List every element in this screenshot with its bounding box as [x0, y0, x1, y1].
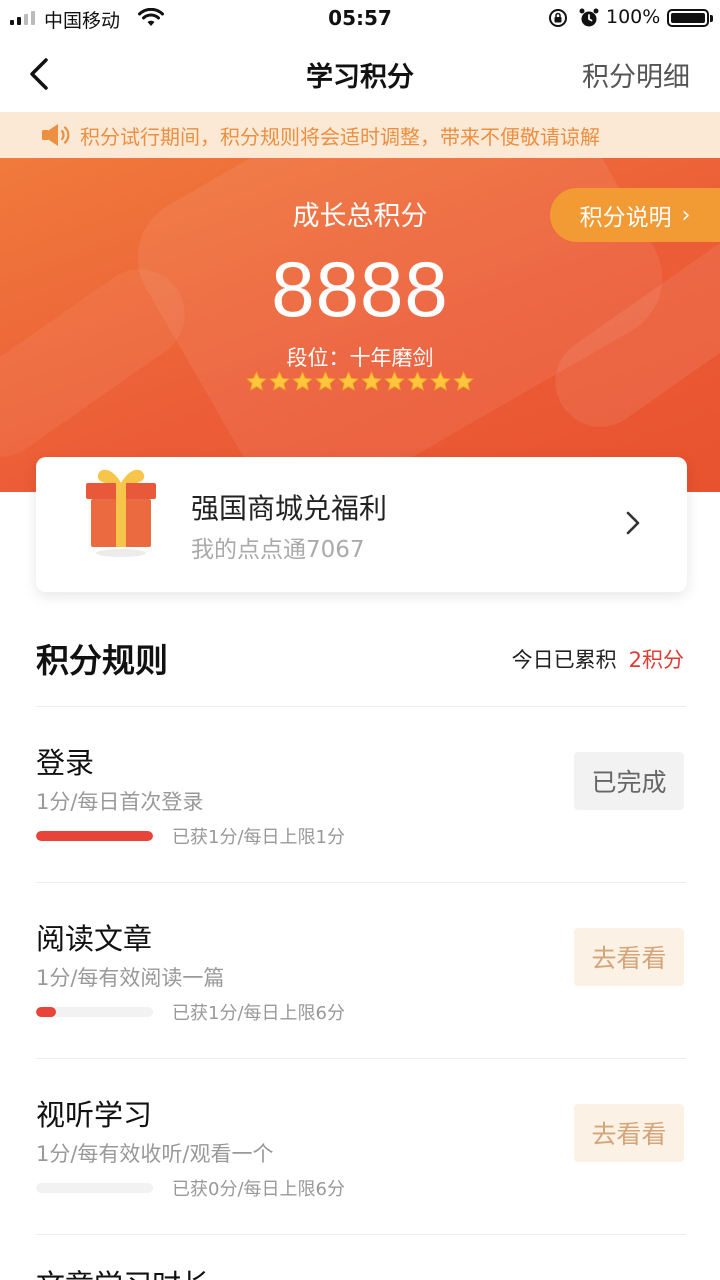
nav-bar: 学习积分 积分明细: [0, 36, 720, 112]
gift-box-icon: [86, 469, 156, 547]
rule-description: 1分/每日首次登录: [36, 790, 204, 814]
star-icon: [429, 370, 452, 391]
star-icon: [452, 370, 475, 391]
star-icon: [314, 370, 337, 391]
speaker-icon: [42, 124, 70, 146]
star-icon: [291, 370, 314, 391]
points-explain-button[interactable]: 积分说明 ›: [550, 188, 720, 242]
divider: [36, 882, 686, 883]
rule-name-partial: 文章学习时长: [36, 1262, 210, 1280]
rule-name: 登录: [36, 746, 95, 780]
rule-progress-text: 已获1分/每日上限6分: [172, 1003, 345, 1024]
rule-description: 1分/每有效收听/观看一个: [36, 1142, 274, 1166]
total-points-value: 8888: [271, 245, 449, 333]
rule-progress-text: 已获0分/每日上限6分: [172, 1179, 345, 1200]
status-bar: 中国移动 05:57 100%: [0, 0, 720, 36]
rule-description: 1分/每有效阅读一篇: [36, 966, 225, 990]
star-icon: [360, 370, 383, 391]
rule-completed-button[interactable]: 已完成: [574, 752, 684, 810]
rule-item-login: 登录 1分/每日首次登录 已获1分/每日上限1分 已完成: [0, 740, 720, 915]
rule-item-audio-video: 视听学习 1分/每有效收听/观看一个 已获0分/每日上限6分 去看看: [0, 1092, 720, 1267]
rank-stars: [0, 370, 720, 393]
points-detail-link[interactable]: 积分明细: [582, 55, 690, 94]
divider: [36, 706, 686, 707]
rule-progress-bar: [36, 1183, 153, 1193]
rule-item-read-article: 阅读文章 1分/每有效阅读一篇 已获1分/每日上限6分 去看看: [0, 916, 720, 1091]
divider: [36, 1058, 686, 1059]
today-points: 今日已累积 2积分: [512, 644, 684, 674]
rule-go-button[interactable]: 去看看: [574, 928, 684, 986]
alarm-icon: [579, 8, 599, 27]
rules-header: 积分规则 今日已累积 2积分: [0, 632, 720, 682]
mall-subtitle: 我的点点通7067: [191, 537, 365, 563]
rule-go-button[interactable]: 去看看: [574, 1104, 684, 1162]
star-icon: [268, 370, 291, 391]
mall-card[interactable]: 强国商城兑福利 我的点点通7067: [36, 457, 687, 592]
rule-progress-bar: [36, 1007, 153, 1017]
star-icon: [406, 370, 429, 391]
star-icon: [245, 370, 268, 391]
battery-icon: [667, 9, 713, 27]
rule-name: 视听学习: [36, 1098, 153, 1132]
star-icon: [383, 370, 406, 391]
battery-percent: 100%: [606, 6, 661, 28]
chevron-right-icon: ›: [681, 202, 691, 228]
rules-title: 积分规则: [36, 641, 168, 680]
today-points-value: 2积分: [628, 648, 684, 672]
rule-progress-text: 已获1分/每日上限1分: [172, 827, 345, 848]
star-icon: [337, 370, 360, 391]
mall-title: 强国商城兑福利: [191, 492, 388, 525]
rotation-lock-icon: [549, 9, 567, 27]
points-hero: 成长总积分 8888 段位：十年磨剑 积分说明 ›: [0, 158, 720, 492]
points-explain-label: 积分说明: [579, 205, 672, 231]
today-points-label: 今日已累积: [511, 648, 617, 672]
rule-progress-bar: [36, 831, 153, 841]
rank-label: 段位：十年磨剑: [286, 346, 434, 370]
chevron-right-icon: [626, 511, 640, 535]
notice-banner: 积分试行期间，积分规则将会适时调整，带来不便敬请谅解: [0, 112, 720, 158]
divider: [36, 1234, 686, 1235]
notice-text: 积分试行期间，积分规则将会适时调整，带来不便敬请谅解: [80, 124, 600, 149]
rule-name: 阅读文章: [36, 922, 153, 956]
